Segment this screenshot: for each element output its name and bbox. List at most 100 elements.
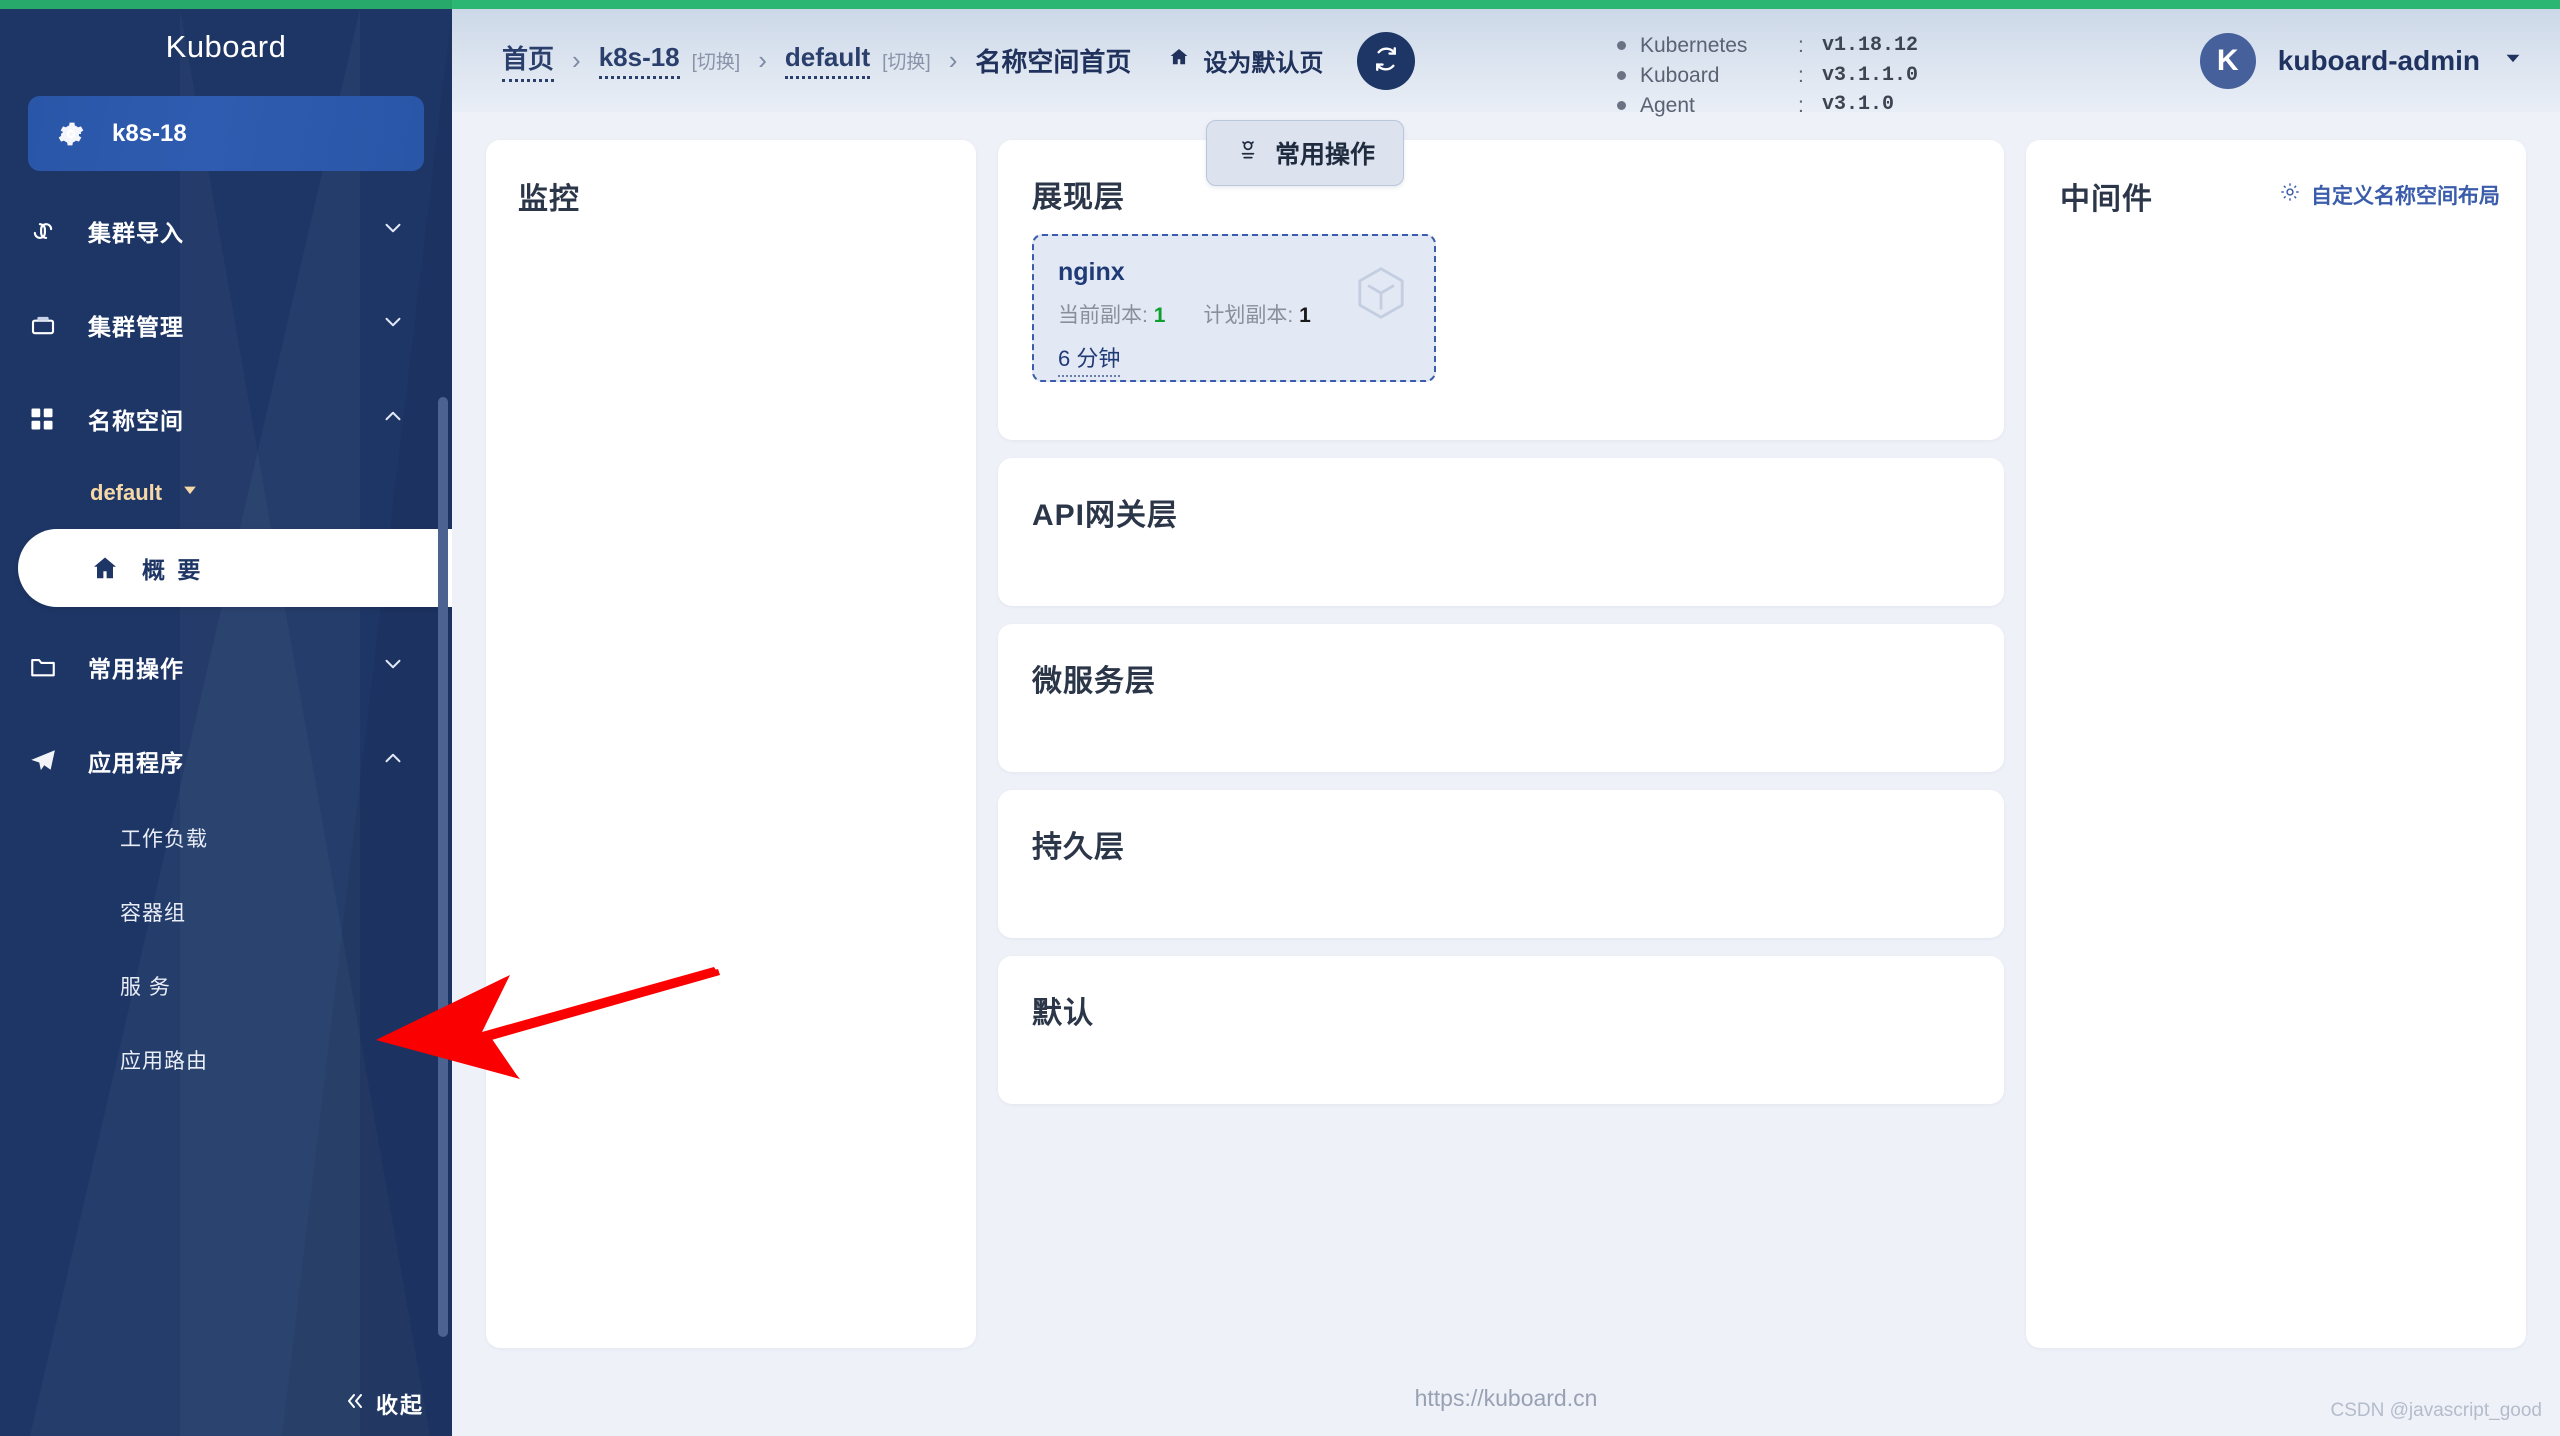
sidebar-item-applications[interactable]: 应用程序 xyxy=(0,727,452,795)
chevron-down-icon[interactable] xyxy=(380,309,406,341)
layer-title: 持久层 xyxy=(1032,831,1125,864)
layer-title: 展现层 xyxy=(1032,181,1125,214)
cube-icon xyxy=(1350,262,1412,329)
sidebar-item-label: 概 要 xyxy=(142,557,204,583)
sidebar-item-common-ops[interactable]: 常用操作 xyxy=(0,633,452,701)
link-icon xyxy=(28,216,68,246)
sidebar-item-cluster-import[interactable]: 集群导入 xyxy=(0,197,452,265)
page-header: 首页 › k8s-18 [切换] › default [切换] › 名称空间首页… xyxy=(452,9,2560,117)
version-colon: : xyxy=(1798,34,1804,57)
column-middleware: 中间件 自定义名称空间布局 xyxy=(2026,140,2526,1436)
set-default-page-button[interactable]: 设为默认页 xyxy=(1167,43,1323,78)
breadcrumb-home[interactable]: 首页 xyxy=(502,39,555,82)
middleware-panel: 中间件 自定义名称空间布局 xyxy=(2026,140,2526,1348)
sidebar-subitem-label: 工作负载 xyxy=(120,828,208,851)
layer-card-default: 默认 xyxy=(998,956,2004,1104)
layer-title: 默认 xyxy=(1032,997,1094,1030)
refresh-icon xyxy=(1371,44,1401,77)
sidebar-item-overview[interactable]: 概 要 xyxy=(18,529,452,607)
middleware-panel-header: 中间件 自定义名称空间布局 xyxy=(2026,140,2526,218)
sidebar-scrollbar[interactable] xyxy=(438,397,448,1337)
user-menu[interactable]: K kuboard-admin xyxy=(2199,32,2524,89)
sidebar-item-label: 常用操作 xyxy=(88,656,184,682)
sidebar-item-workloads[interactable]: 工作负载 xyxy=(0,807,452,869)
sidebar-nav: k8s-18 集群导入 集群管理 名称空间 default 概 要 常用操作 应… xyxy=(0,96,452,1091)
breadcrumb-separator: › xyxy=(948,45,958,75)
sidebar-item-ingress[interactable]: 应用路由 xyxy=(0,1029,452,1091)
folder-icon xyxy=(28,652,68,682)
layer-card-presentation: 展现层 常用操作 nginx 当前副本: 1 计划副本: 1 6 分钟 xyxy=(998,120,2004,440)
top-accent-bar-sidebar-segment xyxy=(0,0,452,9)
custom-namespace-layout-label: 自定义名称空间布局 xyxy=(2311,185,2500,208)
home-icon xyxy=(1167,45,1191,76)
version-value: v1.18.12 xyxy=(1822,33,1919,57)
version-name: Kubernetes xyxy=(1640,34,1748,57)
caret-down-icon xyxy=(180,480,200,506)
ops-icon xyxy=(1235,137,1261,170)
workload-current-value: 1 xyxy=(1153,304,1166,327)
chevron-up-icon[interactable] xyxy=(380,745,406,777)
grid-icon xyxy=(28,405,68,433)
double-chevron-left-icon xyxy=(342,1389,366,1419)
workload-current-replicas: 当前副本: 1 xyxy=(1058,299,1165,329)
sidebar-item-pods[interactable]: 容器组 xyxy=(0,881,452,943)
chevron-down-icon[interactable] xyxy=(380,651,406,683)
app-root: Kuboard k8s-18 集群导入 集群管理 名称空间 default 概 … xyxy=(0,0,2560,1436)
sidebar-subitem-label: 服 务 xyxy=(120,976,171,999)
sidebar-item-cluster-management[interactable]: 集群管理 xyxy=(0,291,452,359)
gear-icon xyxy=(54,119,88,149)
version-row: Kubernetes : v1.18.12 xyxy=(1617,31,1918,61)
layer-card-api-gateway: API网关层 xyxy=(998,458,2004,606)
sidebar-collapse-label: 收起 xyxy=(375,1393,424,1418)
layer-title: 微服务层 xyxy=(1032,665,1156,698)
middleware-panel-title: 中间件 xyxy=(2060,183,2153,216)
sidebar-item-label: 集群管理 xyxy=(88,314,184,340)
send-icon xyxy=(28,746,68,776)
version-info: Kubernetes : v1.18.12 Kuboard : v3.1.1.0… xyxy=(1617,31,1918,120)
gear-icon xyxy=(2279,181,2301,209)
column-monitor: 监控 xyxy=(486,140,976,1436)
main-area: 首页 › k8s-18 [切换] › default [切换] › 名称空间首页… xyxy=(452,9,2560,1436)
version-row: Kuboard : v3.1.1.0 xyxy=(1617,61,1918,91)
version-value: v3.1.1.0 xyxy=(1822,63,1919,87)
sidebar-item-namespace[interactable]: 名称空间 xyxy=(0,385,452,453)
workload-current-label: 当前副本: xyxy=(1058,304,1148,327)
sidebar-collapse-button[interactable]: 收起 xyxy=(342,1388,424,1420)
chevron-up-icon[interactable] xyxy=(380,403,406,435)
breadcrumb-separator: › xyxy=(572,45,581,75)
breadcrumb: 首页 › k8s-18 [切换] › default [切换] › 名称空间首页… xyxy=(452,31,1416,90)
common-ops-button[interactable]: 常用操作 xyxy=(1206,120,1405,186)
custom-namespace-layout-button[interactable]: 自定义名称空间布局 xyxy=(2279,180,2500,210)
sidebar-item-label: 应用程序 xyxy=(88,750,184,776)
breadcrumb-current-page: 名称空间首页 xyxy=(975,47,1132,77)
sidebar-item-cluster-k8s-18[interactable]: k8s-18 xyxy=(28,96,424,171)
sidebar-subitem-label: 容器组 xyxy=(120,902,186,925)
sidebar-cluster-label: k8s-18 xyxy=(112,119,187,147)
workload-desired-replicas: 计划副本: 1 xyxy=(1203,299,1310,329)
monitor-panel-title: 监控 xyxy=(518,183,580,216)
sidebar-item-services[interactable]: 服 务 xyxy=(0,955,452,1017)
bullet-icon xyxy=(1617,41,1626,51)
breadcrumb-cluster-switch[interactable]: [切换] xyxy=(692,47,741,74)
avatar: K xyxy=(2199,32,2256,89)
content-area: 监控 展现层 常用操作 nginx 当前副本: 1 计划副本: 1 6 分钟 A… xyxy=(452,112,2560,1436)
user-name: kuboard-admin xyxy=(2277,44,2480,76)
footer-url[interactable]: https://kuboard.cn xyxy=(452,1385,2560,1412)
layer-card-persistence: 持久层 xyxy=(998,790,2004,938)
sidebar: Kuboard k8s-18 集群导入 集群管理 名称空间 default 概 … xyxy=(0,9,452,1436)
workload-desired-label: 计划副本: xyxy=(1203,304,1294,327)
bullet-icon xyxy=(1617,101,1626,111)
workload-card-nginx[interactable]: nginx 当前副本: 1 计划副本: 1 6 分钟 xyxy=(1032,234,1436,382)
brand-title: Kuboard xyxy=(165,29,287,64)
breadcrumb-namespace[interactable]: default xyxy=(784,42,871,79)
common-ops-label: 常用操作 xyxy=(1275,141,1376,169)
caret-down-icon xyxy=(2502,47,2524,74)
breadcrumb-namespace-switch[interactable]: [切换] xyxy=(882,47,931,74)
workload-age[interactable]: 6 分钟 xyxy=(1058,341,1121,377)
version-colon: : xyxy=(1798,63,1804,87)
chevron-down-icon[interactable] xyxy=(380,215,406,247)
namespace-selector[interactable]: default xyxy=(0,471,452,515)
refresh-button[interactable] xyxy=(1357,31,1416,90)
version-name: Kuboard xyxy=(1640,63,1720,87)
breadcrumb-cluster[interactable]: k8s-18 xyxy=(598,42,680,79)
